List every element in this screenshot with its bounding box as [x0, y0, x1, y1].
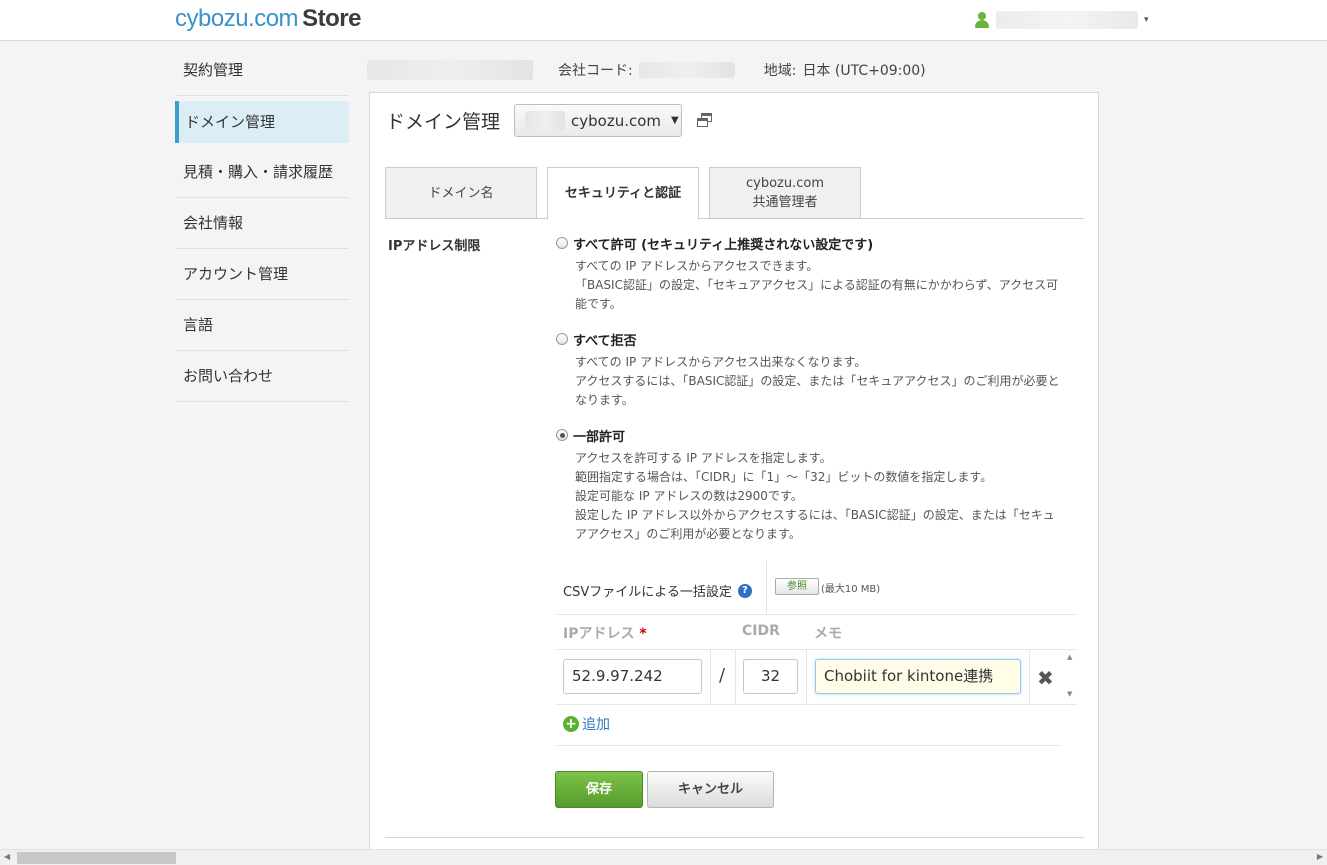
page-title: ドメイン管理 [386, 111, 501, 133]
save-button[interactable]: 保存 [555, 771, 643, 808]
user-menu[interactable]: ▾ [974, 10, 1149, 30]
memo-input[interactable]: Chobiit for kintone連携 [815, 659, 1021, 694]
required-mark: * [639, 626, 647, 642]
sidebar-nav: 契約管理 ドメイン管理 見積・購入・請求履歴 会社情報 アカウント管理 言語 お… [175, 45, 349, 402]
desc-line: 設定可能な IP アドレスの数は2900です。 [575, 489, 803, 503]
tab-common-admin[interactable]: cybozu.com 共通管理者 [709, 167, 861, 219]
column-ip-header: IPアドレス * [563, 623, 647, 643]
region-value: 日本 (UTC+09:00) [802, 63, 926, 79]
radio-allow-all[interactable] [556, 237, 568, 249]
cell-divider [710, 650, 711, 704]
add-icon: + [563, 716, 579, 732]
option-allow-all-title: すべて許可 (セキュリティ上推奨されない設定です) [573, 237, 874, 253]
add-row-button[interactable]: + 追加 [563, 714, 610, 734]
chevron-down-icon: ▼ [671, 115, 679, 126]
option-partial-allow-desc: アクセスを許可する IP アドレスを指定します。 範囲指定する場合は、「CIDR… [556, 449, 1086, 544]
sidebar-item-language[interactable]: 言語 [175, 300, 349, 351]
cell-divider [806, 650, 807, 704]
tab-security-auth-label: セキュリティと認証 [564, 186, 682, 201]
divider [556, 614, 1077, 615]
tab-security-auth[interactable]: セキュリティと認証 [547, 167, 699, 220]
option-deny-all-title: すべて拒否 [573, 333, 637, 349]
tab-common-admin-line1: cybozu.com [745, 176, 824, 191]
radio-partial-allow[interactable] [556, 429, 568, 441]
divider [385, 837, 1084, 838]
ip-address-input[interactable]: 52.9.97.242 [563, 659, 702, 694]
user-icon [974, 11, 990, 29]
sidebar-item-history[interactable]: 見積・購入・請求履歴 [175, 147, 349, 198]
company-code-redacted [638, 62, 735, 78]
sidebar-item-account[interactable]: アカウント管理 [175, 249, 349, 300]
domain-select[interactable]: cybozu.com ▼ [514, 104, 682, 137]
cidr-input[interactable]: 32 [743, 659, 798, 694]
csv-import-row: CSVファイルによる一括設定 ? [563, 581, 752, 600]
desc-line: アクセスするには、「BASIC認証」の設定、または「セキュアアクセス」のご利用が… [575, 374, 1060, 388]
tab-domain-name[interactable]: ドメイン名 [385, 167, 537, 219]
user-menu-caret-icon[interactable]: ▾ [1144, 15, 1149, 25]
ip-cidr-separator: / [719, 665, 726, 686]
store-logo[interactable]: cybozu.com Store [175, 5, 361, 33]
row-scrollbar[interactable]: ▲ ▼ [1065, 650, 1077, 704]
column-memo-header: メモ [814, 626, 842, 642]
max-file-size: (最大10 MB) [821, 584, 881, 595]
company-name-redacted [367, 60, 533, 80]
option-deny-all: すべて拒否 すべての IP アドレスからアクセス出来なくなります。 アクセスする… [556, 330, 1086, 410]
region-label: 地域: [763, 63, 797, 79]
desc-line: 設定した IP アドレス以外からアクセスするには、「BASIC認証」の設定、また… [575, 508, 1055, 522]
cell-divider [1029, 650, 1030, 704]
info-bar: 会社コード: 地域: 日本 (UTC+09:00) [367, 59, 926, 81]
tab-domain-name-label: ドメイン名 [428, 185, 494, 201]
logo-cybozu: cybozu.com [175, 5, 299, 32]
option-deny-all-desc: すべての IP アドレスからアクセス出来なくなります。 アクセスするには、「BA… [556, 353, 1086, 410]
radio-deny-all[interactable] [556, 333, 568, 345]
logo-store: Store [302, 5, 361, 32]
desc-line: なります。 [575, 393, 634, 407]
horizontal-scrollbar[interactable]: ◀ ▶ [0, 849, 1327, 865]
company-code-label: 会社コード: [558, 63, 633, 79]
user-name-redacted [996, 11, 1138, 29]
row-divider [556, 704, 1077, 705]
add-row-label: 追加 [582, 717, 610, 733]
csv-divider [766, 561, 767, 613]
ip-restriction-label: IPアドレス制限 [388, 239, 481, 254]
browse-file-button[interactable]: 参照 [775, 578, 819, 595]
scroll-up-icon[interactable]: ▲ [1067, 653, 1072, 661]
desc-line: アクセスを許可する IP アドレスを指定します。 [575, 451, 832, 465]
column-ip-label: IPアドレス [563, 626, 635, 642]
cancel-button[interactable]: キャンセル [647, 771, 774, 808]
domain-prefix-redacted [525, 110, 565, 131]
option-partial-allow-title: 一部許可 [573, 429, 626, 445]
sidebar-item-domain[interactable]: ドメイン管理 [175, 101, 349, 143]
help-icon[interactable]: ? [737, 583, 752, 598]
option-partial-allow: 一部許可 アクセスを許可する IP アドレスを指定します。 範囲指定する場合は、… [556, 426, 1086, 544]
divider [556, 745, 1061, 746]
scroll-down-icon[interactable]: ▼ [1067, 690, 1072, 698]
tab-bar: ドメイン名 セキュリティと認証 cybozu.com 共通管理者 [385, 167, 1084, 220]
domain-panel: ドメイン管理 cybozu.com ▼ ドメイン名 セキュリティと認証 cybo… [369, 92, 1099, 865]
scroll-left-icon[interactable]: ◀ [4, 852, 10, 861]
sidebar-item-contract[interactable]: 契約管理 [175, 45, 349, 96]
sidebar-item-contact[interactable]: お問い合わせ [175, 351, 349, 402]
desc-line: アアクセス」のご利用が必要となります。 [575, 527, 801, 541]
open-new-window-icon[interactable] [697, 113, 713, 128]
scrollbar-thumb[interactable] [17, 852, 176, 864]
domain-select-value: cybozu.com [571, 111, 662, 130]
option-allow-all: すべて許可 (セキュリティ上推奨されない設定です) すべての IP アドレスから… [556, 234, 1086, 314]
sidebar-item-company[interactable]: 会社情報 [175, 198, 349, 249]
cell-divider [735, 650, 736, 704]
scroll-right-icon[interactable]: ▶ [1317, 852, 1323, 861]
desc-line: 「BASIC認証」の設定、「セキュアアクセス」による認証の有無にかかわらず、アク… [575, 278, 1059, 292]
tab-common-admin-line2: 共通管理者 [752, 195, 818, 210]
desc-line: 範囲指定する場合は、「CIDR」に「1」〜「32」ビットの数値を指定します。 [575, 470, 993, 484]
desc-line: すべての IP アドレスからアクセスできます。 [575, 259, 819, 273]
csv-import-label: CSVファイルによる一括設定 [563, 585, 732, 600]
desc-line: すべての IP アドレスからアクセス出来なくなります。 [575, 355, 867, 369]
delete-row-icon[interactable]: ✖ [1037, 666, 1054, 690]
option-allow-all-desc: すべての IP アドレスからアクセスできます。 「BASIC認証」の設定、「セキ… [556, 257, 1086, 314]
column-cidr-header: CIDR [742, 623, 780, 639]
top-header: cybozu.com Store ▾ [0, 0, 1327, 41]
row-divider [556, 649, 1077, 650]
desc-line: 能です。 [575, 297, 622, 311]
